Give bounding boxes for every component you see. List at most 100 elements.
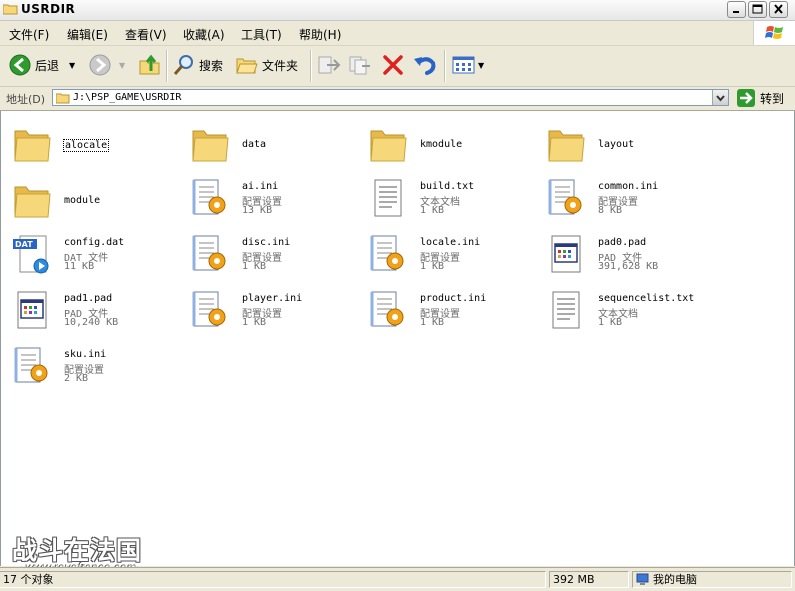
menu-edit[interactable]: 编辑(E)	[67, 26, 108, 43]
close-icon	[774, 4, 783, 14]
ini-file-icon	[14, 347, 48, 383]
file-name: disc.ini	[242, 237, 291, 248]
folder-icon	[548, 130, 585, 162]
title-bar[interactable]: USRDIR	[0, 0, 795, 21]
address-input[interactable]: J:\PSP_GAME\USRDIR	[52, 89, 729, 106]
explorer-window: USRDIR 文件(F) 编辑(E) 查看(V) 收藏(A) 工具(T) 帮助(…	[0, 0, 795, 591]
file-size: 8 KB	[598, 205, 623, 216]
folder-icon	[370, 130, 407, 162]
go-button[interactable]: 转到	[737, 89, 784, 107]
copy-to-button[interactable]	[348, 54, 372, 76]
file-item[interactable]: locale.ini 配置设置 1 KB	[362, 229, 537, 279]
file-name: sku.ini	[64, 349, 107, 360]
ini-file-icon	[548, 179, 582, 215]
status-object-count: 17 个对象	[0, 571, 546, 588]
address-value: J:\PSP_GAME\USRDIR	[73, 92, 182, 103]
views-button[interactable]: ▼	[452, 55, 484, 75]
folders-icon	[236, 58, 258, 74]
file-item[interactable]: pad1.pad PAD 文件 10,240 KB	[6, 285, 181, 335]
folder-icon	[56, 93, 70, 104]
forward-button[interactable]: ▼	[89, 54, 125, 76]
folder-icon	[14, 130, 51, 162]
delete-button[interactable]	[382, 54, 404, 76]
file-item[interactable]: build.txt 文本文档 1 KB	[362, 173, 537, 223]
file-item[interactable]: disc.ini 配置设置 1 KB	[184, 229, 359, 279]
forward-dropdown-icon[interactable]: ▼	[119, 61, 125, 70]
file-item[interactable]: module	[6, 173, 181, 223]
windows-flag-icon	[765, 26, 783, 39]
file-item[interactable]: data	[184, 117, 359, 167]
file-size: 2 KB	[64, 373, 89, 384]
move-to-button[interactable]	[317, 54, 341, 76]
file-name: player.ini	[242, 293, 303, 304]
minimize-button[interactable]	[727, 1, 746, 18]
file-size: 13 KB	[242, 205, 273, 216]
views-dropdown-icon[interactable]: ▼	[478, 61, 484, 70]
back-dropdown-icon[interactable]: ▼	[69, 61, 75, 70]
menu-view[interactable]: 查看(V)	[125, 26, 167, 43]
ini-file-icon	[370, 235, 404, 271]
file-name: build.txt	[420, 181, 475, 192]
close-button[interactable]	[769, 1, 788, 18]
undo-button[interactable]	[413, 54, 437, 76]
file-item[interactable]: layout	[540, 117, 715, 167]
file-name: product.ini	[420, 293, 487, 304]
file-item[interactable]: player.ini 配置设置 1 KB	[184, 285, 359, 335]
file-size: 10,240 KB	[64, 317, 119, 328]
menu-tools[interactable]: 工具(T)	[241, 26, 282, 43]
ini-file-icon	[192, 179, 226, 215]
status-location: 我的电脑	[632, 571, 792, 588]
status-bar: 17 个对象 392 MB 我的电脑	[0, 567, 795, 591]
menu-bar: 文件(F) 编辑(E) 查看(V) 收藏(A) 工具(T) 帮助(H)	[0, 21, 795, 46]
file-view[interactable]: alocale data kmodule layout module ai.in…	[0, 111, 795, 566]
file-item[interactable]: common.ini 配置设置 8 KB	[540, 173, 715, 223]
address-dropdown-button[interactable]	[712, 90, 728, 105]
go-label: 转到	[760, 91, 785, 106]
folder-icon	[192, 130, 229, 162]
minimize-icon	[733, 11, 739, 13]
address-bar: 地址(D) J:\PSP_GAME\USRDIR 转到	[0, 87, 795, 111]
undo-icon	[414, 57, 436, 75]
file-name: data	[242, 139, 267, 150]
file-name: common.ini	[598, 181, 659, 192]
copy-to-icon	[349, 56, 370, 75]
menu-favorites[interactable]: 收藏(A)	[183, 26, 225, 43]
file-item[interactable]: DAT config.dat DAT 文件 11 KB	[6, 229, 181, 279]
dat-file-icon: DAT	[13, 235, 49, 274]
ini-file-icon	[370, 291, 404, 327]
file-item[interactable]: sequencelist.txt 文本文档 1 KB	[540, 285, 715, 335]
menu-help[interactable]: 帮助(H)	[299, 26, 341, 43]
maximize-button[interactable]	[748, 1, 767, 18]
maximize-icon	[752, 4, 763, 14]
watermark: 战斗在法国 www.revefrance.com	[12, 537, 142, 576]
back-button[interactable]: 后退 ▼	[9, 54, 75, 76]
file-name: kmodule	[420, 139, 463, 150]
move-to-icon	[318, 56, 341, 74]
file-item[interactable]: alocale	[6, 117, 181, 167]
file-name: config.dat	[64, 237, 125, 248]
go-arrow-icon	[737, 89, 755, 107]
file-item[interactable]: pad0.pad PAD 文件 391,628 KB	[540, 229, 715, 279]
file-item[interactable]: kmodule	[362, 117, 537, 167]
file-name: locale.ini	[420, 237, 481, 248]
text-file-icon	[374, 179, 402, 217]
folders-button[interactable]: 文件夹	[236, 54, 298, 76]
file-item[interactable]: ai.ini 配置设置 13 KB	[184, 173, 359, 223]
folder-icon	[14, 186, 51, 218]
file-size: 1 KB	[420, 261, 445, 272]
back-arrow-icon	[9, 54, 31, 76]
file-size: 1 KB	[242, 317, 267, 328]
file-item[interactable]: product.ini 配置设置 1 KB	[362, 285, 537, 335]
ini-file-icon	[192, 235, 226, 271]
back-label: 后退	[35, 58, 60, 73]
menu-file[interactable]: 文件(F)	[9, 26, 49, 43]
file-name: layout	[598, 139, 635, 150]
file-name: pad1.pad	[64, 293, 113, 304]
file-name: sequencelist.txt	[598, 293, 695, 304]
search-button[interactable]: 搜索	[173, 54, 223, 76]
search-icon	[173, 55, 193, 75]
pad-file-icon	[17, 291, 47, 329]
up-folder-button[interactable]	[138, 53, 162, 77]
status-size: 392 MB	[549, 571, 629, 588]
file-item[interactable]: sku.ini 配置设置 2 KB	[6, 341, 181, 391]
